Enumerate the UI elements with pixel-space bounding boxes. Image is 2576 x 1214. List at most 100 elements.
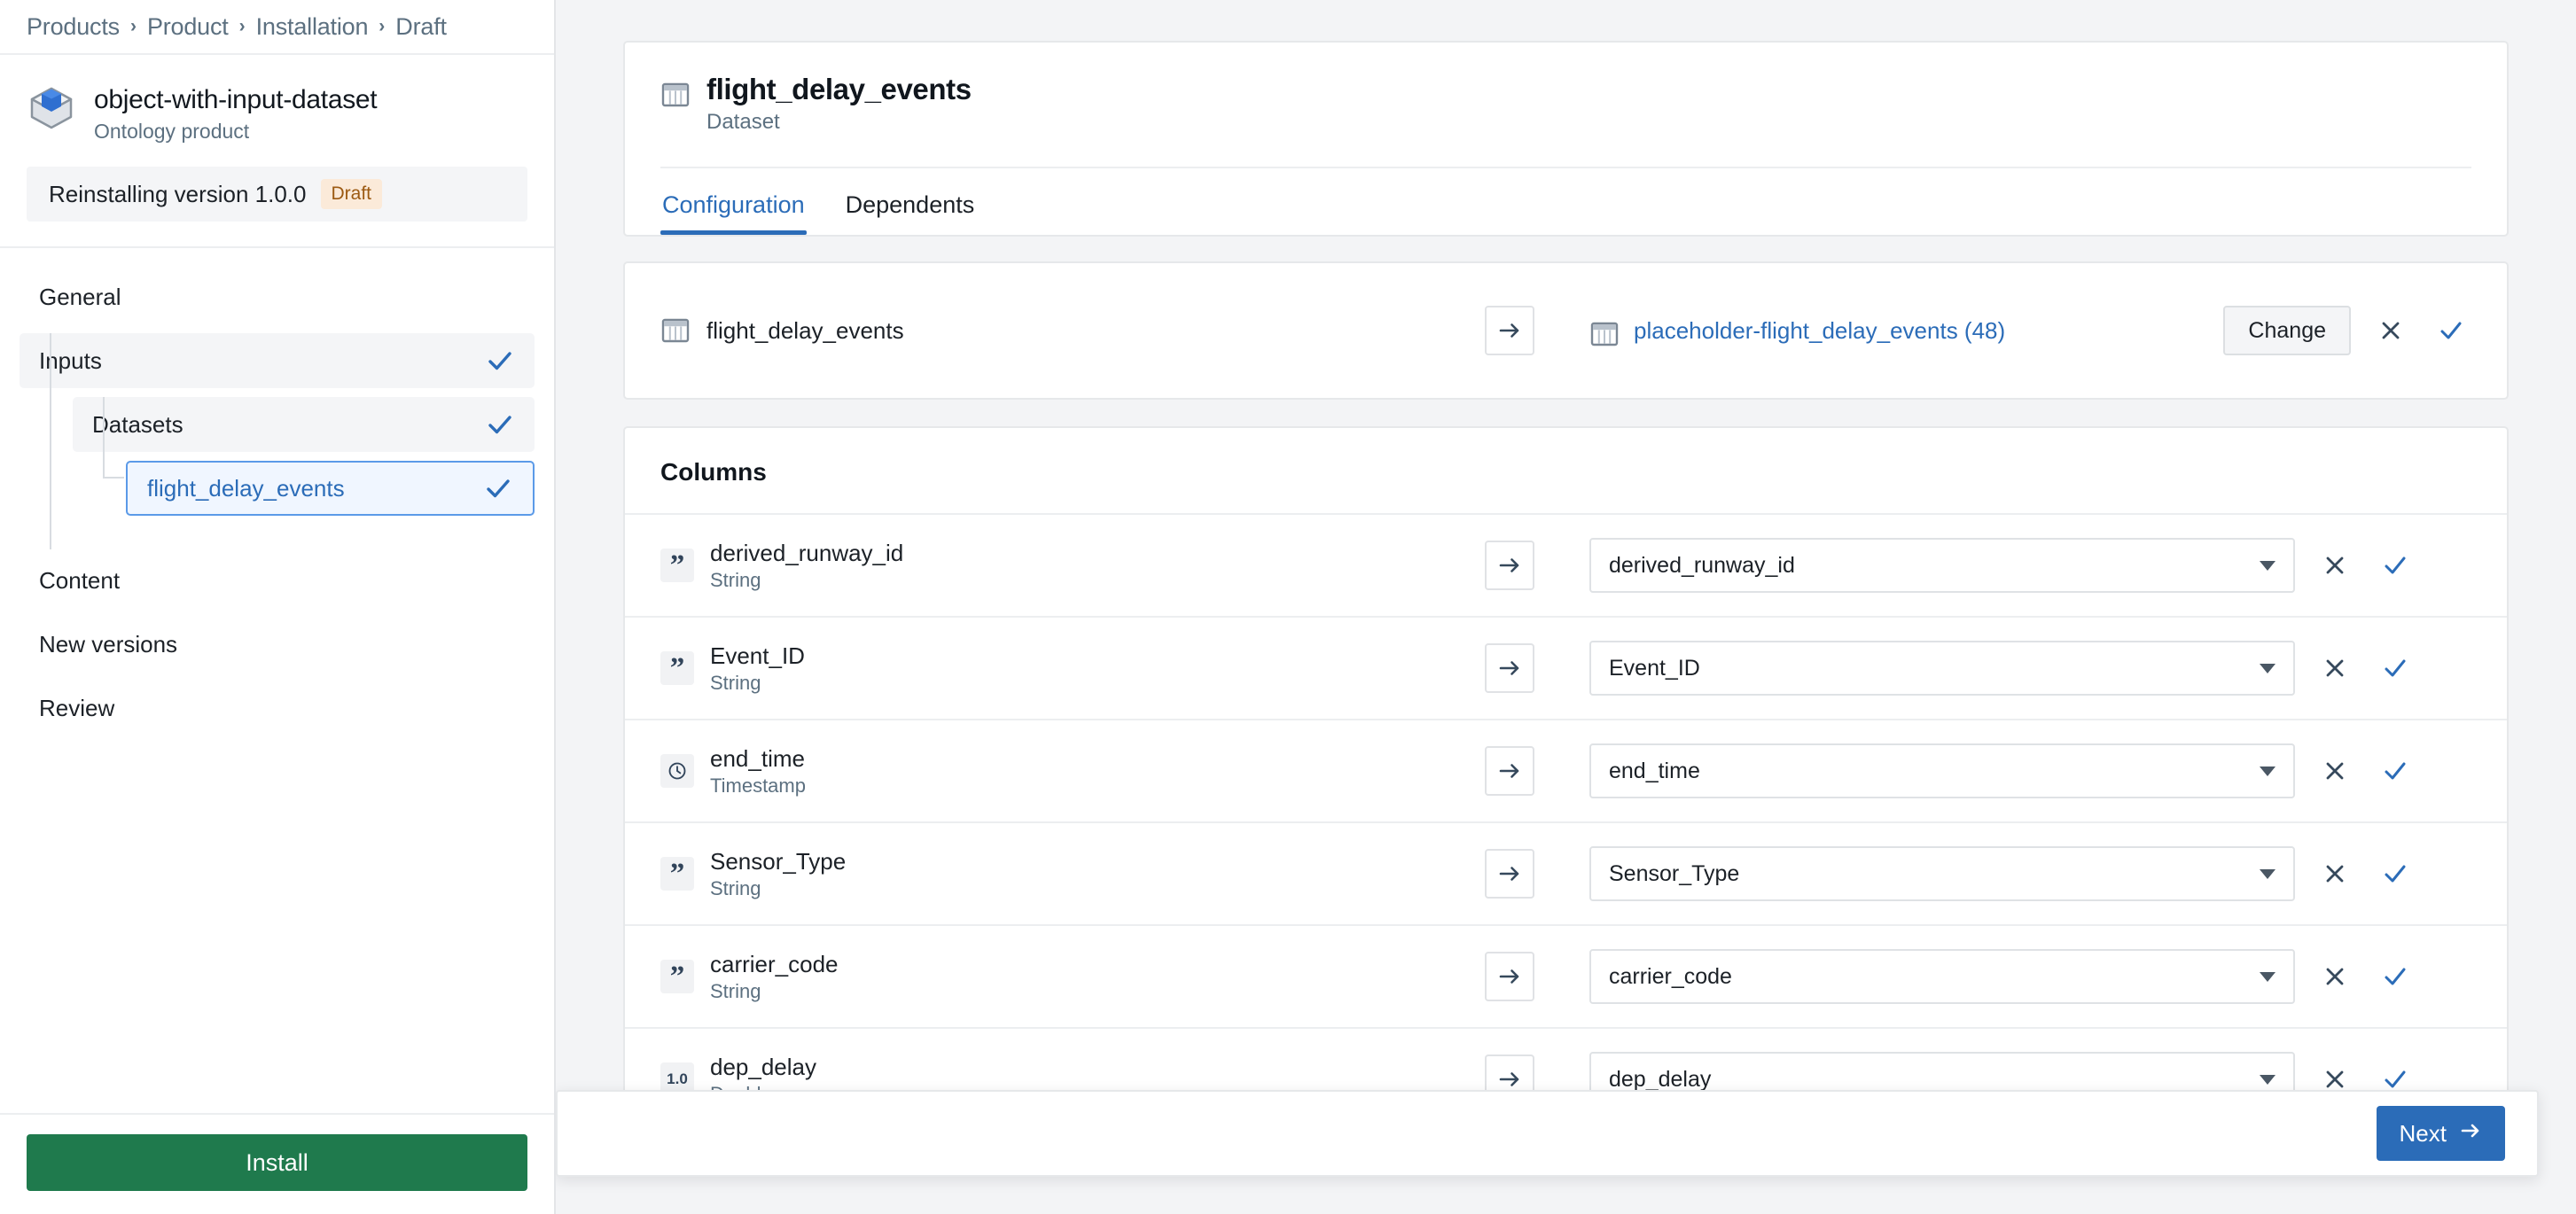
product-subtitle: Ontology product xyxy=(94,120,250,143)
sidebar-item-label: Inputs xyxy=(39,346,102,374)
table-icon xyxy=(1589,319,1620,349)
sidebar: Products › Product › Installation › Draf… xyxy=(0,0,556,1214)
quote-icon: ” xyxy=(660,549,694,582)
installation-wizard: Products › Product › Installation › Draf… xyxy=(0,0,2576,1214)
column-mapping-select[interactable]: end_time xyxy=(1589,743,2295,798)
tab-dependents[interactable]: Dependents xyxy=(844,168,977,235)
sidebar-item-label: General xyxy=(39,283,121,310)
version-label: Reinstalling version 1.0.0 xyxy=(49,180,307,207)
table-icon xyxy=(660,80,691,110)
arrow-right-icon xyxy=(2459,1119,2482,1148)
main-content: flight_delay_events Dataset Configuratio… xyxy=(556,0,2576,1214)
quote-icon: ” xyxy=(660,960,694,993)
wizard-footer: Next xyxy=(556,1090,2539,1177)
column-mapping-value: Event_ID xyxy=(1609,655,1700,681)
sidebar-item-datasets[interactable]: Datasets xyxy=(73,397,535,452)
arrow-right-icon[interactable] xyxy=(1485,541,1534,590)
column-target: carrier_code xyxy=(1589,949,2471,1004)
chevron-down-icon xyxy=(2260,766,2275,776)
dataset-title-row: flight_delay_events Dataset xyxy=(660,73,2471,135)
column-mapping-value: end_time xyxy=(1609,758,1700,783)
x-icon[interactable] xyxy=(2314,545,2355,586)
column-mapping-select[interactable]: carrier_code xyxy=(1589,949,2295,1004)
arrow-right-icon[interactable] xyxy=(1485,306,1534,355)
check-icon[interactable] xyxy=(2375,648,2416,689)
x-icon[interactable] xyxy=(2314,853,2355,894)
arrow-right-icon[interactable] xyxy=(1485,643,1534,693)
dataset-mapping-row: flight_delay_events placeholder-flight_d… xyxy=(660,263,2471,398)
breadcrumb-item-installation[interactable]: Installation xyxy=(256,13,369,41)
mapping-source-label: flight_delay_events xyxy=(706,316,904,344)
table-row: end_time Timestamp end_time xyxy=(625,719,2507,821)
sidebar-item-label: New versions xyxy=(39,630,178,658)
breadcrumb-item-products[interactable]: Products xyxy=(27,13,120,41)
column-target: Event_ID xyxy=(1589,641,2471,696)
column-mapping-value: dep_delay xyxy=(1609,1066,1712,1092)
column-name: derived_runway_id xyxy=(710,539,904,566)
check-icon xyxy=(485,346,515,376)
x-icon[interactable] xyxy=(2370,310,2411,351)
column-mapping-select[interactable]: Event_ID xyxy=(1589,641,2295,696)
column-name: dep_delay xyxy=(710,1053,816,1080)
column-source: ” derived_runway_id String xyxy=(660,540,1485,592)
dataset-mapping-card: flight_delay_events placeholder-flight_d… xyxy=(623,261,2509,400)
check-icon[interactable] xyxy=(2375,751,2416,791)
table-row: ” derived_runway_id String derived_runway_i… xyxy=(625,513,2507,616)
arrow-right-icon[interactable] xyxy=(1485,849,1534,899)
sidebar-item-flight-delay-events[interactable]: flight_delay_events xyxy=(126,461,535,516)
page-subtitle: Dataset xyxy=(706,110,780,134)
tab-configuration[interactable]: Configuration xyxy=(660,168,807,235)
status-badge: Draft xyxy=(320,179,383,209)
mapping-target-link[interactable]: placeholder-flight_delay_events (48) xyxy=(1634,317,2005,345)
column-name: carrier_code xyxy=(710,950,839,977)
sidebar-item-new-versions[interactable]: New versions xyxy=(20,617,535,672)
sidebar-item-general[interactable]: General xyxy=(20,269,535,324)
x-icon[interactable] xyxy=(2314,956,2355,997)
sidebar-item-label: flight_delay_events xyxy=(147,474,345,502)
column-type: String xyxy=(710,671,761,694)
tree-elbow-line xyxy=(103,397,124,479)
check-icon[interactable] xyxy=(2375,545,2416,586)
page-title: flight_delay_events xyxy=(706,73,972,105)
x-icon[interactable] xyxy=(2314,751,2355,791)
chevron-down-icon xyxy=(2260,868,2275,879)
table-icon xyxy=(660,315,691,346)
table-row: ” Sensor_Type String Sensor_Type xyxy=(625,821,2507,924)
sidebar-item-inputs[interactable]: Inputs xyxy=(20,333,535,388)
arrow-right-icon[interactable] xyxy=(1485,746,1534,796)
column-name: Event_ID xyxy=(710,642,805,669)
x-icon[interactable] xyxy=(2314,648,2355,689)
install-footer: Install xyxy=(0,1113,554,1214)
column-target: derived_runway_id xyxy=(1589,538,2471,593)
sidebar-item-label: Review xyxy=(39,694,115,721)
breadcrumb-item-product[interactable]: Product xyxy=(147,13,229,41)
chevron-down-icon xyxy=(2260,560,2275,571)
column-mapping-value: carrier_code xyxy=(1609,963,1732,989)
column-mapping-select[interactable]: Sensor_Type xyxy=(1589,846,2295,901)
breadcrumb-item-draft[interactable]: Draft xyxy=(395,13,447,41)
arrow-right-icon[interactable] xyxy=(1485,952,1534,1001)
column-source: ” carrier_code String xyxy=(660,951,1485,1003)
chevron-right-icon: › xyxy=(379,15,386,36)
check-icon[interactable] xyxy=(2431,310,2471,351)
chevron-right-icon: › xyxy=(129,15,137,36)
install-button[interactable]: Install xyxy=(27,1134,527,1191)
column-source: ” Event_ID String xyxy=(660,642,1485,695)
check-icon[interactable] xyxy=(2375,853,2416,894)
column-type: Timestamp xyxy=(710,774,806,797)
columns-list: ” derived_runway_id String derived_runway_i… xyxy=(625,513,2507,1130)
column-mapping-value: Sensor_Type xyxy=(1609,860,1740,886)
sidebar-item-review[interactable]: Review xyxy=(20,681,535,735)
change-button[interactable]: Change xyxy=(2223,306,2351,355)
column-type: String xyxy=(710,876,761,899)
check-icon[interactable] xyxy=(2375,956,2416,997)
sidebar-item-content[interactable]: Content xyxy=(20,553,535,608)
product-header: object-with-input-dataset Ontology produ… xyxy=(0,55,554,144)
column-mapping-select[interactable]: derived_runway_id xyxy=(1589,538,2295,593)
next-button[interactable]: Next xyxy=(2376,1106,2505,1161)
cube-icon xyxy=(27,83,76,133)
column-source: end_time Timestamp xyxy=(660,745,1485,798)
mapping-source: flight_delay_events xyxy=(660,315,1485,346)
column-type: String xyxy=(710,979,761,1002)
check-icon xyxy=(483,473,513,503)
